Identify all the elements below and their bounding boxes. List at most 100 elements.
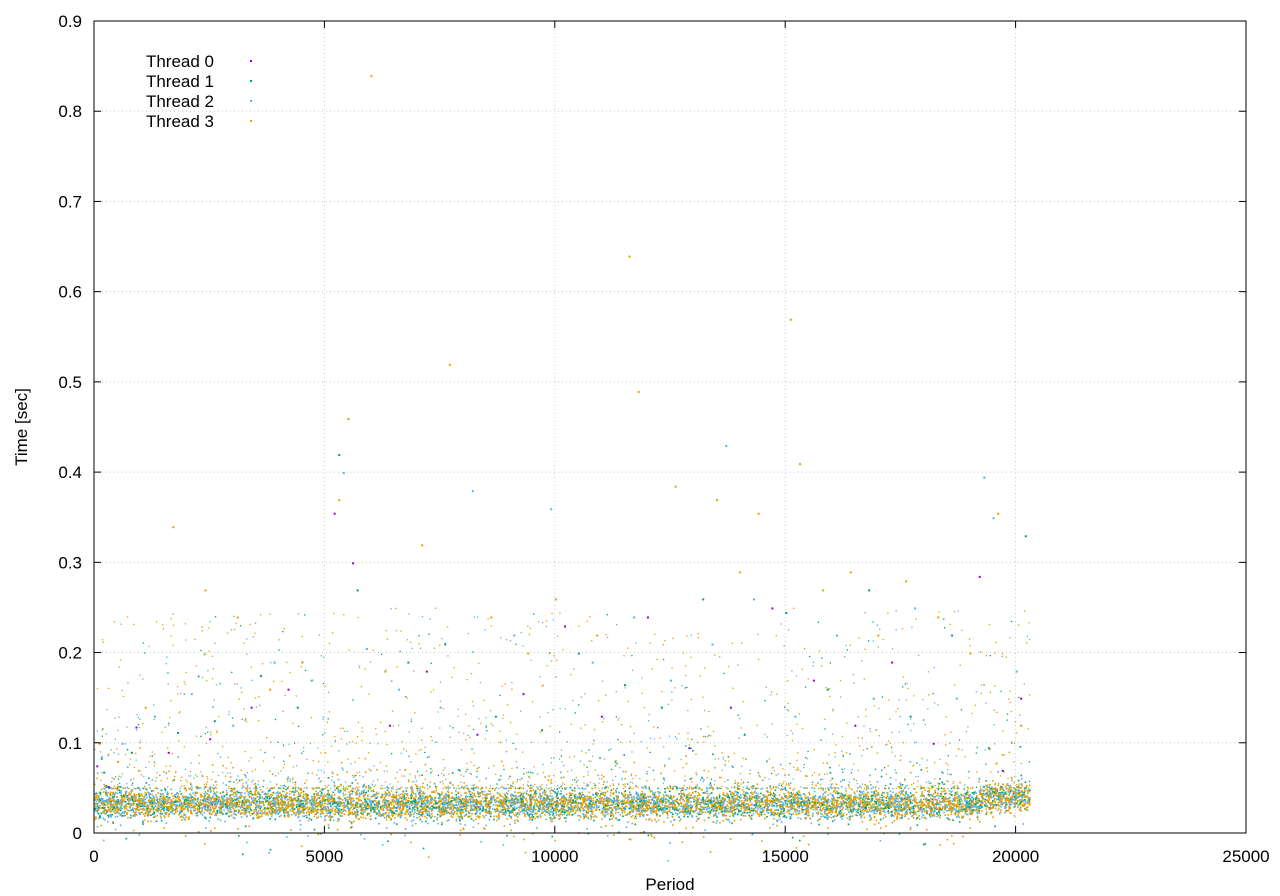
band-point	[107, 791, 110, 794]
band-point	[619, 813, 622, 816]
band-point	[357, 797, 360, 800]
band-point	[826, 803, 829, 805]
band-point	[760, 814, 763, 816]
band-point	[550, 782, 553, 784]
band-point	[506, 834, 508, 837]
band-point	[308, 814, 311, 816]
band-point	[337, 812, 340, 815]
band-point	[269, 848, 272, 851]
band-point	[411, 794, 413, 797]
band-point	[609, 815, 612, 817]
band-point	[1027, 792, 1029, 795]
band-point	[686, 802, 689, 804]
band-point	[653, 836, 656, 839]
band-point	[141, 795, 144, 797]
band-point	[247, 791, 250, 794]
band-point	[891, 814, 893, 817]
band-point	[513, 814, 516, 816]
band-point	[576, 804, 579, 807]
band-point	[283, 794, 285, 797]
band-point	[494, 801, 497, 804]
band-point	[149, 803, 152, 806]
band-point	[1020, 803, 1022, 806]
band-point	[950, 834, 953, 837]
band-point	[405, 799, 407, 801]
band-point	[316, 802, 318, 805]
band-point	[189, 809, 192, 812]
band-point	[394, 810, 397, 812]
band-point	[355, 817, 358, 819]
band-point	[660, 772, 663, 775]
band-point	[455, 796, 458, 799]
band-point	[798, 800, 800, 802]
band-point	[162, 802, 165, 805]
band-point	[959, 806, 961, 808]
band-point	[230, 814, 233, 817]
band-point	[609, 794, 612, 797]
band-point	[731, 765, 733, 767]
band-point	[673, 819, 676, 821]
band-point	[467, 810, 470, 812]
band-point	[420, 820, 423, 823]
band-point	[317, 833, 320, 836]
band-point	[733, 793, 736, 795]
band-point	[377, 814, 380, 817]
band-point	[604, 825, 607, 827]
band-point	[742, 815, 745, 817]
band-point	[703, 803, 706, 805]
band-point	[992, 800, 994, 802]
band-point	[922, 814, 925, 817]
band-point	[683, 805, 686, 808]
band-point	[612, 814, 615, 816]
band-point	[866, 828, 868, 831]
band-point	[704, 829, 706, 832]
band-point	[234, 806, 237, 809]
band-point	[967, 794, 970, 796]
band-point	[332, 819, 335, 822]
band-point	[115, 799, 118, 802]
grid-lines	[94, 21, 1246, 833]
band-point	[697, 792, 700, 794]
band-point	[652, 792, 654, 794]
band-point	[190, 788, 193, 791]
band-point	[220, 795, 223, 798]
band-point	[455, 820, 458, 822]
band-point	[650, 812, 652, 814]
band-point	[663, 796, 665, 798]
band-point	[750, 807, 753, 809]
band-point	[664, 787, 666, 790]
band-point	[364, 771, 367, 774]
band-point	[377, 792, 380, 795]
band-point	[787, 773, 790, 776]
band-point	[739, 818, 742, 821]
band-point	[855, 808, 857, 811]
band-point	[565, 817, 568, 820]
band-point	[519, 795, 521, 797]
band-point	[150, 808, 153, 810]
band-point	[811, 798, 814, 801]
band-point	[650, 833, 652, 836]
band-point	[329, 813, 332, 815]
band-point	[551, 795, 553, 797]
band-point	[261, 815, 263, 817]
band-point	[105, 791, 107, 794]
band-point	[487, 793, 490, 795]
band-point	[159, 806, 161, 809]
band-point	[216, 791, 218, 793]
band-point	[472, 789, 475, 792]
band-point	[664, 791, 667, 793]
band-point	[260, 812, 262, 814]
band-point	[727, 807, 729, 810]
band-point	[885, 807, 888, 810]
band-point	[641, 790, 643, 793]
band-point	[972, 797, 975, 800]
band-point	[386, 789, 389, 792]
band-point	[96, 798, 99, 801]
band-point	[285, 788, 288, 791]
band-point	[481, 797, 484, 800]
band-point	[875, 809, 878, 812]
band-point	[937, 782, 939, 785]
band-point	[648, 799, 650, 801]
band-point	[419, 798, 422, 801]
band-point	[561, 814, 564, 816]
